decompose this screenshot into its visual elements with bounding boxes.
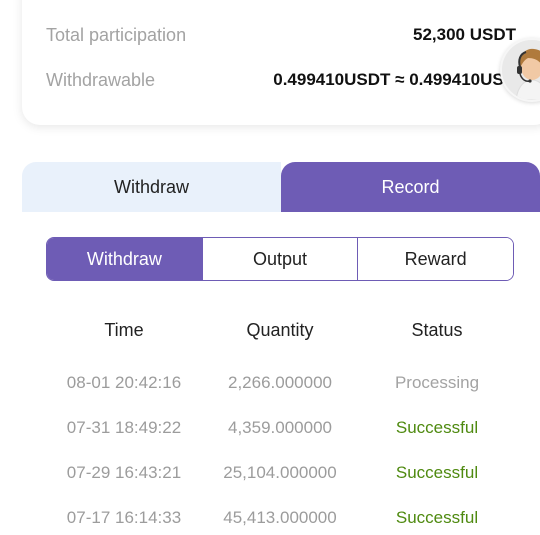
withdrawable-row: Withdrawable 0.499410USDT ≈ 0.499410USD [46, 65, 516, 95]
row-quantity: 45,413.000000 [223, 507, 337, 527]
row-time: 07-31 18:49:22 [66, 417, 182, 437]
table-header-row: Time Quantity Status [46, 308, 516, 352]
row-time: 07-29 16:43:21 [66, 462, 182, 482]
table-row: 07-17 16:14:33 45,413.000000 Successful [46, 495, 516, 535]
header-status: Status [411, 319, 463, 340]
header-time: Time [104, 319, 144, 340]
row-time: 08-01 20:42:16 [66, 372, 182, 392]
tab-record[interactable]: Record [281, 162, 540, 212]
segment-reward[interactable]: Reward [357, 238, 513, 280]
support-agent-icon [502, 40, 540, 100]
tab-withdraw[interactable]: Withdraw [22, 162, 281, 212]
header-quantity: Quantity [246, 319, 314, 340]
row-status: Successful [395, 507, 479, 527]
record-type-segmented-control: Withdraw Output Reward [46, 237, 514, 281]
table-row: 07-31 18:49:22 4,359.000000 Successful [46, 405, 516, 450]
row-status: Processing [394, 372, 480, 392]
row-quantity: 4,359.000000 [228, 417, 332, 437]
row-quantity: 2,266.000000 [228, 372, 332, 392]
total-participation-label: Total participation [46, 24, 187, 45]
total-participation-row: Total participation 52,300 USDT [46, 20, 516, 50]
row-quantity: 25,104.000000 [223, 462, 337, 482]
records-table: Time Quantity Status 08-01 20:42:16 2,26… [46, 308, 516, 535]
segment-output[interactable]: Output [201, 238, 358, 280]
withdraw-record-page: Total participation 52,300 USDT Withdraw… [0, 0, 540, 535]
main-tab-bar: Withdraw Record [22, 162, 540, 212]
withdrawable-value: 0.499410USDT ≈ 0.499410USD [273, 70, 516, 89]
table-row: 07-29 16:43:21 25,104.000000 Successful [46, 450, 516, 495]
row-status: Successful [395, 462, 479, 482]
row-time: 07-17 16:14:33 [66, 507, 182, 527]
total-participation-value: 52,300 USDT [413, 25, 516, 44]
table-row: 08-01 20:42:16 2,266.000000 Processing [46, 360, 516, 405]
segment-withdraw[interactable]: Withdraw [47, 238, 202, 280]
row-status: Successful [395, 417, 479, 437]
summary-card [22, 0, 540, 125]
withdrawable-label: Withdrawable [46, 69, 156, 90]
